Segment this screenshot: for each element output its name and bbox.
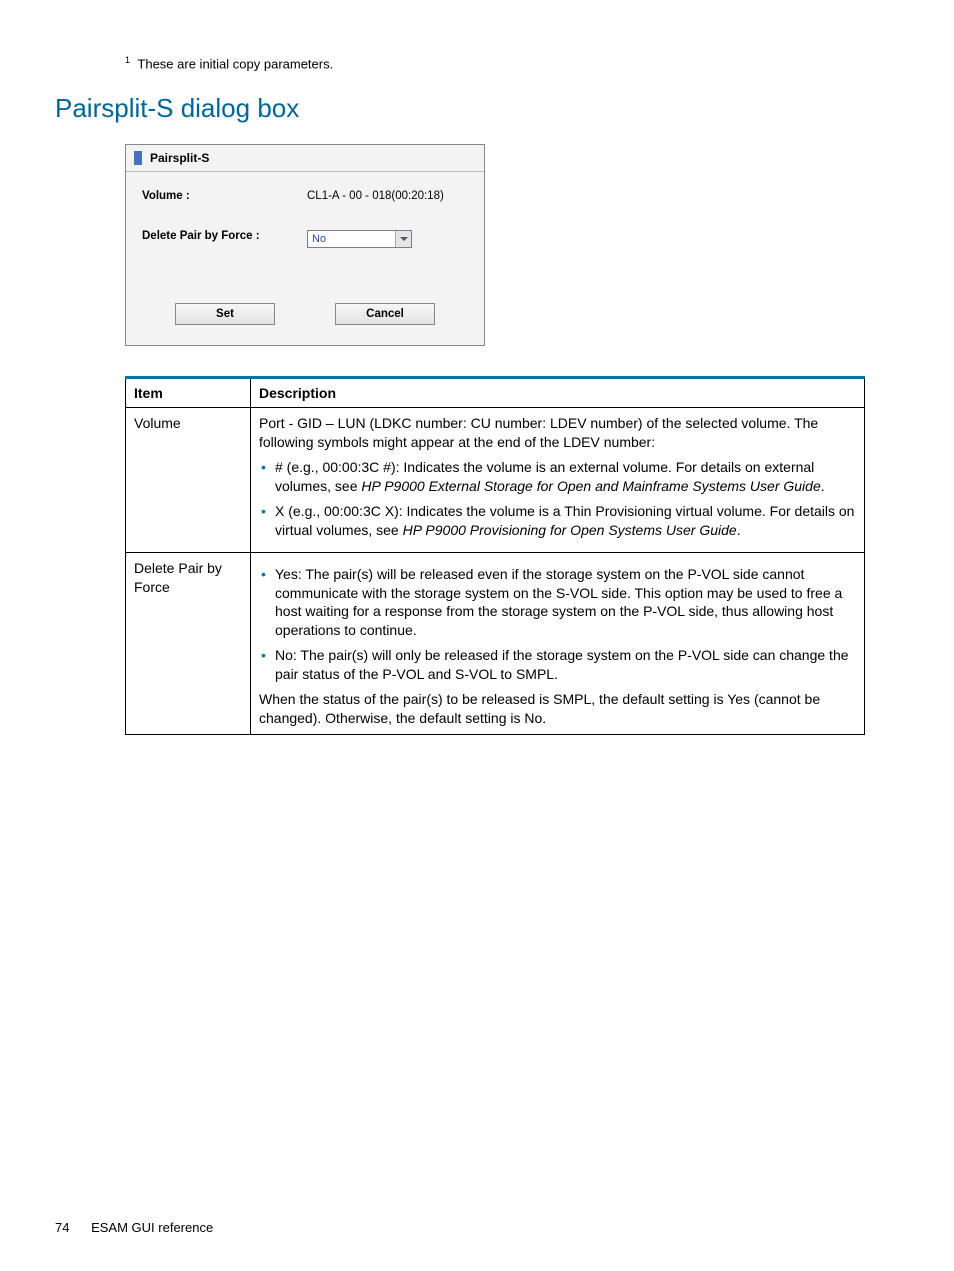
chevron-down-icon xyxy=(395,231,411,247)
footnote: 1 These are initial copy parameters. xyxy=(125,55,899,71)
col-item: Item xyxy=(126,378,251,408)
volume-bullets: # (e.g., 00:00:3C #): Indicates the volu… xyxy=(259,458,856,540)
dialog-title-text: Pairsplit-S xyxy=(150,151,209,165)
delete-force-select[interactable]: No xyxy=(307,230,412,248)
delete-trail: When the status of the pair(s) to be rel… xyxy=(259,690,856,728)
list-item: No: The pair(s) will only be released if… xyxy=(259,646,856,684)
item-cell: Delete Pair by Force xyxy=(126,552,251,734)
section-heading: Pairsplit-S dialog box xyxy=(55,93,899,124)
dialog-body: Volume : CL1-A - 00 - 018(00:20:18) Dele… xyxy=(126,171,484,345)
table-row: Volume Port - GID – LUN (LDKC number: CU… xyxy=(126,408,865,552)
chapter-name: ESAM GUI reference xyxy=(91,1220,213,1235)
item-cell: Volume xyxy=(126,408,251,552)
list-item: X (e.g., 00:00:3C X): Indicates the volu… xyxy=(259,502,856,540)
description-table: Item Description Volume Port - GID – LUN… xyxy=(125,376,865,734)
dialog-titlebar: Pairsplit-S xyxy=(126,145,484,171)
list-item: Yes: The pair(s) will be released even i… xyxy=(259,565,856,641)
volume-intro: Port - GID – LUN (LDKC number: CU number… xyxy=(259,414,856,452)
volume-value: CL1-A - 00 - 018(00:20:18) xyxy=(307,190,468,202)
delete-force-value: No xyxy=(312,233,326,245)
desc-cell: Port - GID – LUN (LDKC number: CU number… xyxy=(251,408,865,552)
cancel-button[interactable]: Cancel xyxy=(335,303,435,325)
table-row: Delete Pair by Force Yes: The pair(s) wi… xyxy=(126,552,865,734)
col-desc: Description xyxy=(251,378,865,408)
footnote-number: 1 xyxy=(125,55,130,65)
delete-row: Delete Pair by Force : No xyxy=(142,230,468,248)
delete-bullets: Yes: The pair(s) will be released even i… xyxy=(259,565,856,684)
volume-label: Volume : xyxy=(142,190,307,202)
volume-row: Volume : CL1-A - 00 - 018(00:20:18) xyxy=(142,190,468,202)
title-marker-icon xyxy=(134,151,142,165)
pairsplit-dialog: Pairsplit-S Volume : CL1-A - 00 - 018(00… xyxy=(125,144,485,346)
footnote-text: These are initial copy parameters. xyxy=(137,56,333,71)
page-footer: 74 ESAM GUI reference xyxy=(55,1220,213,1235)
desc-cell: Yes: The pair(s) will be released even i… xyxy=(251,552,865,734)
dialog-button-row: Set Cancel xyxy=(142,303,468,325)
delete-label: Delete Pair by Force : xyxy=(142,230,307,248)
list-item: # (e.g., 00:00:3C #): Indicates the volu… xyxy=(259,458,856,496)
page-number: 74 xyxy=(55,1220,69,1235)
table-header-row: Item Description xyxy=(126,378,865,408)
set-button[interactable]: Set xyxy=(175,303,275,325)
